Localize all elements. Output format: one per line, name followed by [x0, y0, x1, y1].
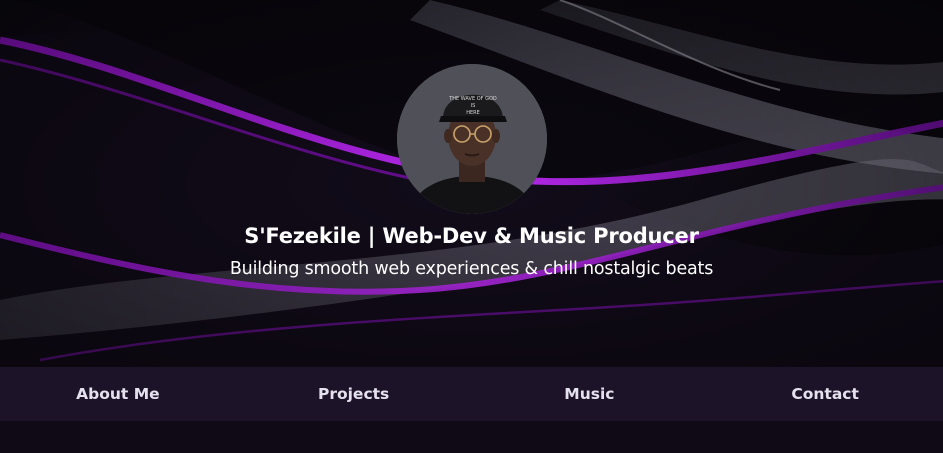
main-nav: About Me Projects Music Contact	[0, 367, 943, 421]
page: THE WAVE OF GOD IS HERE S'Fezekile | Web…	[0, 0, 943, 453]
hero-title: S'Fezekile | Web-Dev & Music Producer	[244, 224, 699, 248]
svg-text:THE WAVE OF GOD: THE WAVE OF GOD	[448, 96, 497, 102]
profile-avatar: THE WAVE OF GOD IS HERE	[397, 64, 547, 214]
hero-subtitle: Building smooth web experiences & chill …	[229, 259, 714, 279]
profile-photo: THE WAVE OF GOD IS HERE	[397, 64, 547, 214]
nav-link-contact[interactable]: Contact	[707, 385, 943, 403]
nav-link-about-me[interactable]: About Me	[0, 385, 236, 403]
nav-link-projects[interactable]: Projects	[236, 385, 472, 403]
svg-text:HERE: HERE	[466, 110, 480, 116]
nav-link-music[interactable]: Music	[472, 385, 708, 403]
page-body-start	[0, 421, 943, 453]
svg-text:IS: IS	[471, 103, 476, 109]
hero-banner: THE WAVE OF GOD IS HERE S'Fezekile | Web…	[0, 0, 943, 367]
